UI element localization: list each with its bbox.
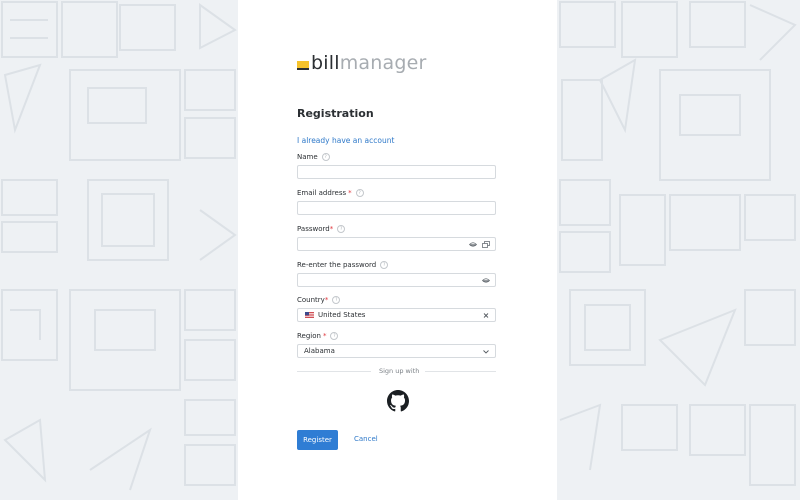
name-label: Name ? [297, 153, 330, 161]
page-title: Registration [297, 107, 374, 120]
email-label: Email address * ? [297, 189, 364, 197]
key-generate-icon[interactable] [482, 241, 490, 248]
logo-text-light: manager [339, 52, 427, 74]
required-marker: * [348, 189, 352, 197]
reenter-password-label: Re-enter the password ? [297, 261, 389, 269]
signup-with-text: Sign up with [379, 367, 420, 375]
country-select[interactable]: United States [297, 308, 496, 322]
name-input[interactable] [298, 173, 495, 185]
close-icon[interactable] [482, 312, 490, 319]
name-field[interactable] [297, 165, 496, 185]
register-button[interactable]: Register [297, 430, 338, 450]
required-marker: * [322, 332, 327, 340]
help-icon[interactable]: ? [355, 189, 364, 197]
name-label-text: Name [297, 153, 318, 161]
registration-card: billmanager Registration I already have … [238, 0, 557, 500]
email-input[interactable] [298, 209, 495, 221]
logo-mark-icon [297, 58, 309, 70]
reenter-password-label-text: Re-enter the password [297, 261, 377, 269]
help-icon[interactable]: ? [321, 153, 330, 161]
reenter-password-field[interactable] [297, 273, 496, 293]
login-link[interactable]: I already have an account [297, 136, 394, 145]
chevron-down-icon[interactable] [482, 348, 490, 355]
help-icon[interactable]: ? [337, 225, 346, 233]
country-selected-value: United States [318, 311, 366, 319]
required-marker: * [324, 296, 329, 304]
password-label: Password * ? [297, 225, 346, 233]
divider-left [297, 371, 371, 372]
eye-icon[interactable] [469, 241, 477, 248]
password-input[interactable] [298, 245, 495, 257]
email-field[interactable] [297, 201, 496, 221]
logo-text-bold: bill [311, 52, 340, 74]
us-flag-icon [305, 312, 314, 318]
help-icon[interactable]: ? [380, 261, 389, 269]
region-label-text: Region [297, 332, 321, 340]
required-marker: * [329, 225, 334, 233]
email-label-text: Email address [297, 189, 347, 197]
eye-icon[interactable] [482, 277, 490, 284]
country-label: Country * ? [297, 296, 341, 304]
password-field[interactable] [297, 237, 496, 257]
cancel-button[interactable]: Cancel [354, 435, 378, 443]
divider-right [425, 371, 496, 372]
region-label: Region * ? [297, 332, 339, 340]
github-icon[interactable] [387, 390, 409, 412]
brand-logo: billmanager [297, 53, 427, 73]
help-icon[interactable]: ? [332, 296, 341, 304]
password-label-text: Password [297, 225, 330, 233]
help-icon[interactable]: ? [330, 332, 339, 340]
reenter-password-input[interactable] [298, 281, 495, 293]
region-select[interactable]: Alabama [297, 344, 496, 358]
region-selected-value: Alabama [304, 347, 335, 355]
country-label-text: Country [297, 296, 325, 304]
